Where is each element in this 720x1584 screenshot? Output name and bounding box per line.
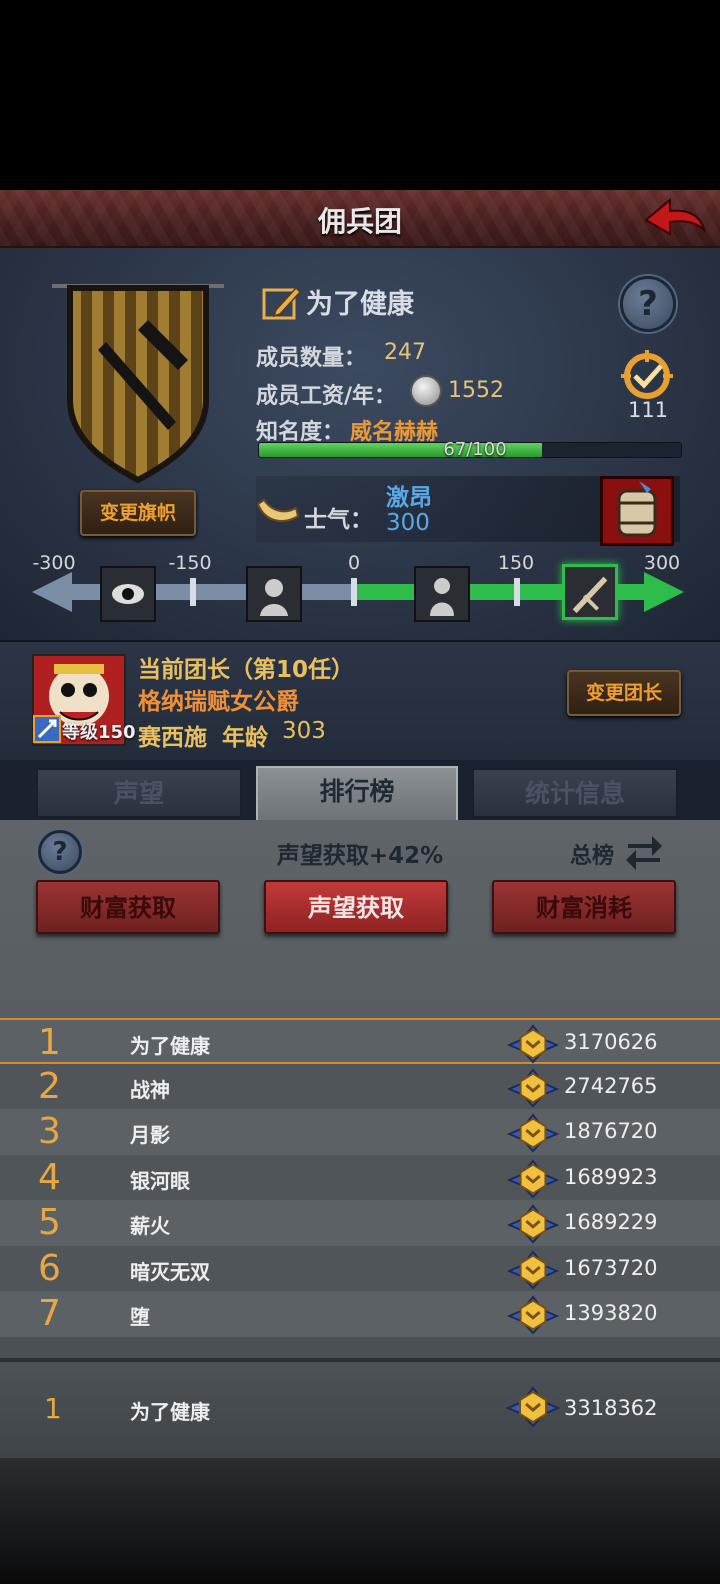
guild-name-cell: 暗灭无双 xyxy=(130,1259,210,1284)
rank-number: 5 xyxy=(38,1202,61,1243)
edit-name-icon[interactable] xyxy=(262,282,302,322)
reputation-badge-icon xyxy=(506,1158,560,1199)
table-row[interactable]: 1 为了健康 3170626 xyxy=(0,1018,720,1064)
tab-statistics[interactable]: 统计信息 xyxy=(472,768,678,818)
rank-number: 4 xyxy=(38,1156,61,1198)
tab-ranking[interactable]: 排行榜 xyxy=(256,766,458,822)
reputation-badge-icon xyxy=(506,1386,560,1428)
scale-tick: 300 xyxy=(643,552,681,574)
leader-title: 当前团长（第10任） xyxy=(138,657,355,683)
reputation-badge-icon xyxy=(506,1249,560,1290)
scale-tick: 150 xyxy=(497,552,535,574)
table-row[interactable]: 2 战神 2742765 xyxy=(0,1063,720,1109)
guild-name-cell: 薪火 xyxy=(130,1214,170,1238)
reputation-badge-icon xyxy=(506,1067,560,1108)
level-label: 等级150 xyxy=(62,718,136,744)
members-label: 成员数量： xyxy=(256,346,367,371)
morale-despair-icon[interactable] xyxy=(100,566,156,622)
change-leader-button[interactable]: 变更团长 xyxy=(567,670,681,716)
title-bar: 佣兵团 xyxy=(0,190,720,248)
score-cell: 1876720 xyxy=(564,1119,658,1143)
rank-number: 3 xyxy=(38,1111,61,1152)
score-cell: 1673720 xyxy=(564,1255,658,1280)
tab-reputation[interactable]: 声望 xyxy=(36,768,242,818)
page-title: 佣兵团 xyxy=(317,205,402,238)
rank-number: 6 xyxy=(38,1247,61,1289)
morale-value: 300 xyxy=(386,510,430,536)
table-row[interactable]: 7 堕 1393820 xyxy=(0,1291,720,1337)
wealth-spent-button[interactable]: 财富消耗 xyxy=(492,880,676,934)
back-arrow-icon[interactable] xyxy=(642,194,708,244)
guild-name-cell: 堕 xyxy=(130,1305,150,1329)
scale-tick: -150 xyxy=(168,552,212,574)
bottom-area xyxy=(0,1458,720,1584)
morale-normal-icon[interactable] xyxy=(414,566,470,622)
level-label-text: 等级 xyxy=(62,722,98,743)
salary-label: 成员工资/年： xyxy=(256,384,397,409)
reputation-badge-icon xyxy=(506,1295,560,1335)
my-rank-score: 3318362 xyxy=(564,1396,658,1420)
score-cell: 3170626 xyxy=(564,1030,658,1054)
table-row[interactable]: 4 银河眼 1689923 xyxy=(0,1154,720,1200)
score-cell: 1689229 xyxy=(564,1210,658,1234)
help-icon[interactable]: ? xyxy=(620,276,676,332)
level-value: 150 xyxy=(98,722,136,743)
morale-label: 士气： xyxy=(304,507,373,533)
silver-coin-icon xyxy=(410,375,442,407)
table-row[interactable]: 3 月影 1876720 xyxy=(0,1109,720,1155)
ranking-list[interactable]: 1 为了健康 3170626 2 战神 2742765 3 月影 1876720 4 银河眼 1689… xyxy=(0,1018,720,1350)
horn-icon xyxy=(256,498,300,522)
rank-number: 1 xyxy=(38,1022,61,1063)
barrel-icon[interactable] xyxy=(600,476,674,546)
table-row[interactable]: 6 暗灭无双 1673720 xyxy=(0,1245,720,1291)
guild-name: 为了健康 xyxy=(306,289,414,320)
morale-scale: -300 -150 0 150 300 xyxy=(28,550,688,630)
target-check-icon[interactable] xyxy=(617,350,677,402)
guild-name-cell: 战神 xyxy=(130,1077,170,1102)
rank-number: 2 xyxy=(38,1065,61,1107)
change-flag-button[interactable]: 变更旗帜 xyxy=(80,490,196,536)
scale-tick: 0 xyxy=(347,552,361,574)
morale-state: 激昂 xyxy=(386,485,432,511)
score-cell: 2742765 xyxy=(564,1073,658,1098)
leader-age-label: 年龄 xyxy=(222,725,268,751)
leader-noble-title: 格纳瑞赋女公爵 xyxy=(138,689,299,715)
table-row[interactable]: 5 薪火 1689229 xyxy=(0,1200,720,1246)
morale-low-icon[interactable] xyxy=(246,566,302,622)
wealth-gain-button[interactable]: 财富获取 xyxy=(36,880,220,934)
leader-age: 303 xyxy=(282,718,326,744)
reputation-badge-icon xyxy=(506,1024,560,1064)
score-cell: 1393820 xyxy=(564,1301,658,1325)
fame-progress-text: 67/100 xyxy=(443,439,507,460)
total-ranking-label[interactable]: 总榜 xyxy=(570,838,614,870)
guild-banner-icon xyxy=(52,284,224,484)
score-cell: 1689923 xyxy=(564,1164,658,1189)
reputation-badge-icon xyxy=(506,1113,560,1153)
salary-value: 1552 xyxy=(448,378,504,403)
rank-number: 7 xyxy=(38,1293,61,1334)
morale-high-icon[interactable] xyxy=(562,564,618,620)
guild-name-cell: 银河眼 xyxy=(130,1168,190,1193)
reputation-gain-button[interactable]: 声望获取 xyxy=(264,880,448,934)
scale-tick: -300 xyxy=(32,552,76,574)
reputation-badge-icon xyxy=(506,1204,560,1244)
guild-name-cell: 为了健康 xyxy=(130,1034,210,1058)
swap-arrows-icon[interactable] xyxy=(624,832,664,870)
members-value: 247 xyxy=(384,340,426,365)
my-rank-name: 为了健康 xyxy=(130,1400,210,1424)
leader-name: 赛西施 xyxy=(138,725,207,751)
guild-name-cell: 月影 xyxy=(130,1123,170,1147)
my-rank-number: 1 xyxy=(44,1392,62,1425)
target-count: 111 xyxy=(627,398,669,422)
